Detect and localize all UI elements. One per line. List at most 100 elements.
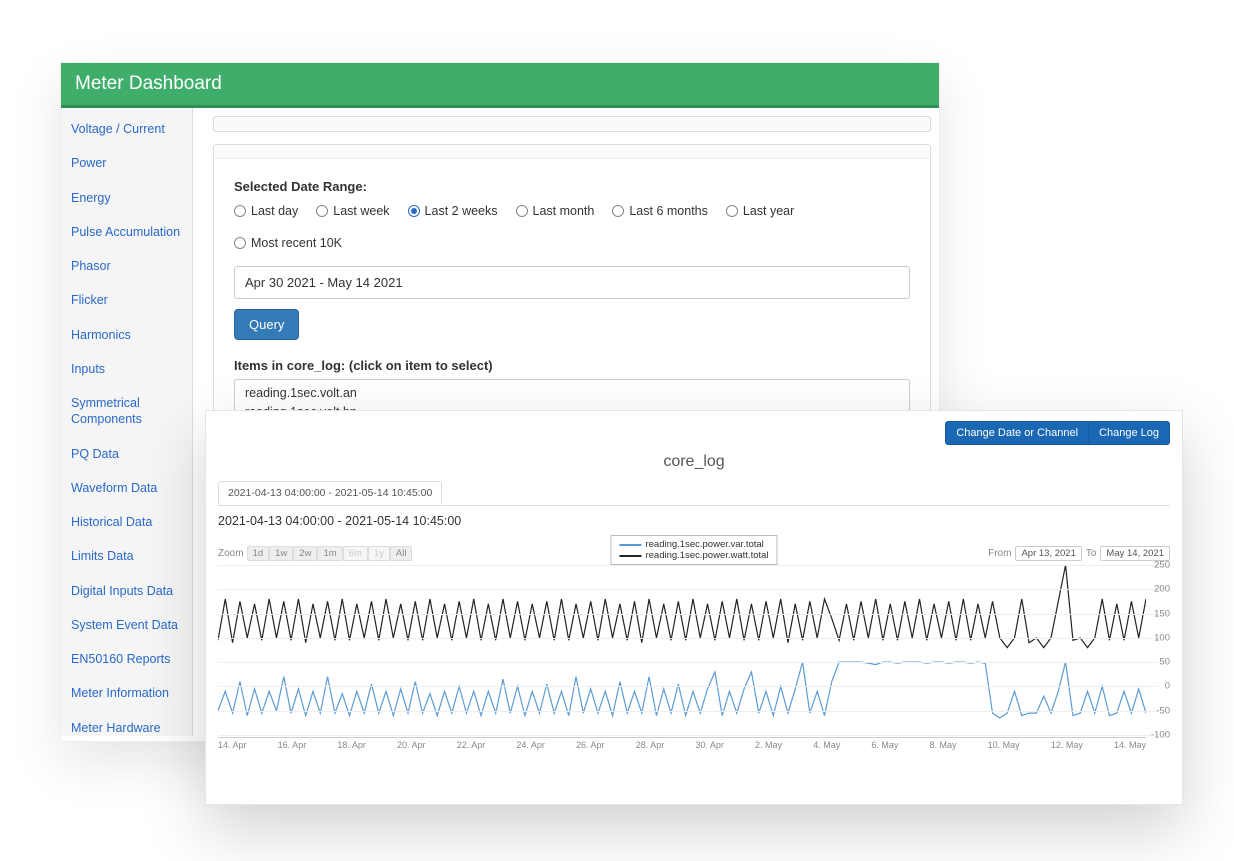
sidebar-item[interactable]: Historical Data (61, 505, 192, 539)
sidebar-item[interactable]: Harmonics (61, 318, 192, 352)
from-label: From (988, 548, 1011, 559)
radio-option[interactable]: Last day (234, 204, 298, 218)
x-tick-label: 26. Apr (576, 740, 605, 755)
series-line (218, 565, 1146, 648)
chart-subtitle: 2021-04-13 04:00:00 - 2021-05-14 10:45:0… (218, 514, 1170, 528)
sidebar-item[interactable]: Energy (61, 181, 192, 215)
zoom-button[interactable]: 1w (269, 546, 293, 561)
sidebar-item[interactable]: Symmetrical Components (61, 386, 192, 437)
gridline (218, 589, 1158, 590)
sidebar-item[interactable]: Limits Data (61, 539, 192, 573)
radio-label: Last month (533, 204, 595, 218)
x-tick-label: 16. Apr (278, 740, 307, 755)
legend-label-0: reading.1sec.power.var.total (645, 539, 763, 550)
chart-xaxis: 14. Apr16. Apr18. Apr20. Apr22. Apr24. A… (218, 737, 1146, 755)
card-header (214, 145, 930, 159)
x-tick-label: 14. May (1114, 740, 1146, 755)
zoom-button[interactable]: All (390, 546, 413, 561)
radio-option[interactable]: Last 6 months (612, 204, 708, 218)
radio-dot-icon (234, 237, 246, 249)
series-line (218, 662, 1146, 718)
radio-label: Last 2 weeks (425, 204, 498, 218)
x-tick-label: 4. May (813, 740, 840, 755)
y-tick-label: 100 (1148, 632, 1170, 643)
x-tick-label: 6. May (871, 740, 898, 755)
gridline (218, 614, 1158, 615)
sidebar-item[interactable]: Phasor (61, 249, 192, 283)
x-tick-label: 10. May (988, 740, 1020, 755)
sidebar-item[interactable]: Pulse Accumulation (61, 215, 192, 249)
date-range-display[interactable]: Apr 30 2021 - May 14 2021 (234, 266, 910, 299)
sidebar-item[interactable]: Meter Information (61, 676, 192, 710)
radio-dot-icon (726, 205, 738, 217)
query-button[interactable]: Query (234, 309, 299, 340)
change-log-button[interactable]: Change Log (1089, 421, 1170, 445)
x-tick-label: 30. Apr (695, 740, 724, 755)
sidebar-item[interactable]: Voltage / Current (61, 112, 192, 146)
y-tick-label: 200 (1148, 584, 1170, 595)
change-date-channel-button[interactable]: Change Date or Channel (945, 421, 1089, 445)
gridline (218, 662, 1158, 663)
chart-tab-range[interactable]: 2021-04-13 04:00:00 - 2021-05-14 10:45:0… (218, 481, 442, 505)
x-tick-label: 2. May (755, 740, 782, 755)
chart-toolbar: Change Date or Channel Change Log (218, 421, 1170, 445)
to-label: To (1086, 548, 1097, 559)
radio-option[interactable]: Last month (516, 204, 595, 218)
toolbar-placeholder (213, 116, 931, 132)
sidebar-item[interactable]: Meter Hardware (61, 711, 192, 745)
zoom-label: Zoom (218, 548, 244, 559)
radio-label: Most recent 10K (251, 236, 342, 250)
zoom-button[interactable]: 1d (247, 546, 270, 561)
sidebar-item[interactable]: Waveform Data (61, 471, 192, 505)
radio-option[interactable]: Last 2 weeks (408, 204, 498, 218)
x-tick-label: 28. Apr (636, 740, 665, 755)
zoom-button[interactable]: 6m (343, 546, 368, 561)
sidebar-item[interactable]: System Event Data (61, 608, 192, 642)
gridline (218, 686, 1158, 687)
list-item[interactable]: reading.1sec.volt.an (245, 384, 899, 403)
y-tick-label: -50 (1148, 705, 1170, 716)
radio-option[interactable]: Last week (316, 204, 389, 218)
gridline (218, 711, 1158, 712)
sidebar-item[interactable]: Inputs (61, 352, 192, 386)
y-tick-label: -100 (1148, 730, 1170, 741)
radio-option[interactable]: Last year (726, 204, 794, 218)
gridline (218, 565, 1158, 566)
x-tick-label: 22. Apr (457, 740, 486, 755)
sidebar-item[interactable]: PQ Data (61, 437, 192, 471)
sidebar: Voltage / CurrentPowerEnergyPulse Accumu… (61, 108, 193, 736)
chart-tabs: 2021-04-13 04:00:00 - 2021-05-14 10:45:0… (218, 481, 1170, 506)
zoom-button[interactable]: 2w (293, 546, 317, 561)
radio-label: Last 6 months (629, 204, 708, 218)
sidebar-item[interactable]: EN50160 Reports (61, 642, 192, 676)
gridline (218, 638, 1158, 639)
items-label: Items in core_log: (click on item to sel… (234, 358, 910, 373)
x-tick-label: 20. Apr (397, 740, 426, 755)
zoom-button[interactable]: 1m (317, 546, 342, 561)
date-range-radios: Last day Last week Last 2 weeks Last month L… (234, 204, 910, 250)
radio-dot-icon (234, 205, 246, 217)
y-tick-label: 150 (1148, 608, 1170, 619)
radio-option[interactable]: Most recent 10K (234, 236, 342, 250)
radio-dot-icon (316, 205, 328, 217)
date-range-label: Selected Date Range: (234, 179, 910, 194)
sidebar-item[interactable]: Digital Inputs Data (61, 574, 192, 608)
from-date-input[interactable]: Apr 13, 2021 (1015, 546, 1081, 561)
legend-line-black (619, 555, 641, 557)
chart-title: core_log (218, 453, 1170, 471)
sidebar-item[interactable]: Flicker (61, 283, 192, 317)
radio-dot-icon (612, 205, 624, 217)
chart-legend: reading.1sec.power.var.total reading.1se… (610, 535, 777, 565)
chart-window: Change Date or Channel Change Log core_l… (205, 410, 1183, 805)
chart-svg (218, 565, 1146, 735)
chart-plot-area: 14. Apr16. Apr18. Apr20. Apr22. Apr24. A… (218, 565, 1170, 755)
x-tick-label: 18. Apr (337, 740, 366, 755)
radio-label: Last day (251, 204, 298, 218)
radio-label: Last week (333, 204, 389, 218)
y-tick-label: 50 (1148, 657, 1170, 668)
zoom-button[interactable]: 1y (368, 546, 390, 561)
radio-dot-icon (408, 205, 420, 217)
sidebar-item[interactable]: Power (61, 146, 192, 180)
x-tick-label: 12. May (1051, 740, 1083, 755)
y-tick-label: 0 (1148, 681, 1170, 692)
